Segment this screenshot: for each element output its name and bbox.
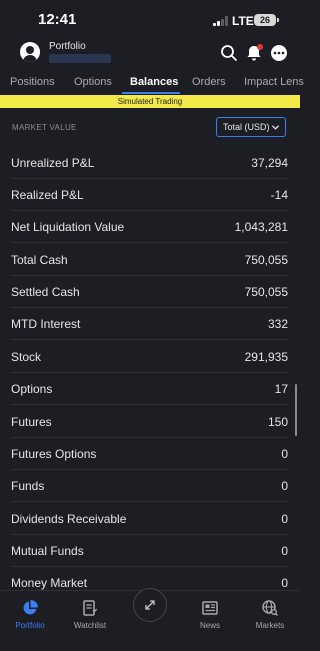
balance-row[interactable]: Options 17 xyxy=(0,373,300,405)
balance-row[interactable]: MTD Interest 332 xyxy=(0,308,300,340)
balance-label: Realized P&L xyxy=(11,188,84,202)
balance-row[interactable]: Futures 150 xyxy=(0,406,300,438)
balance-label: Net Liquidation Value xyxy=(11,220,125,234)
balance-label: Funds xyxy=(11,479,45,493)
watchlist-icon xyxy=(83,600,98,616)
balance-label: Total Cash xyxy=(11,253,68,267)
simulated-trading-banner: Simulated Trading xyxy=(0,95,300,108)
balance-row[interactable]: Funds 0 xyxy=(0,470,300,502)
balance-value: 0 xyxy=(281,479,288,493)
tab-orders[interactable]: Orders xyxy=(192,76,226,88)
tab-impact-lens[interactable]: Impact Lens xyxy=(244,76,304,88)
balance-value: 0 xyxy=(281,576,288,590)
currency-selected-value: Total (USD) xyxy=(223,122,270,132)
balance-value: -14 xyxy=(270,188,288,202)
news-icon xyxy=(202,601,218,615)
balance-row[interactable]: Mutual Funds 0 xyxy=(0,535,300,567)
balance-label: Options xyxy=(11,382,53,396)
scrollbar[interactable] xyxy=(295,384,297,436)
account-id-redacted xyxy=(49,54,111,63)
balance-value: 150 xyxy=(267,415,288,429)
nav-label: Markets xyxy=(255,621,285,630)
portfolio-header: Portfolio xyxy=(0,38,300,68)
balance-value: 332 xyxy=(267,317,288,331)
balance-value: 17 xyxy=(274,382,288,396)
chevron-down-icon xyxy=(271,125,280,130)
nav-label: News xyxy=(199,621,220,630)
tab-options[interactable]: Options xyxy=(74,76,112,88)
balance-value: 37,294 xyxy=(251,156,288,170)
balance-row[interactable]: Stock 291,935 xyxy=(0,341,300,373)
balance-row[interactable]: Total Cash 750,055 xyxy=(0,244,300,276)
battery-icon: 26 xyxy=(254,14,279,26)
balance-row[interactable]: Dividends Receivable 0 xyxy=(0,503,300,535)
balance-label: Futures Options xyxy=(11,447,97,461)
balance-label: Settled Cash xyxy=(11,285,80,299)
notification-badge xyxy=(257,44,263,50)
nav-news[interactable]: News xyxy=(180,599,240,630)
balance-row[interactable]: Futures Options 0 xyxy=(0,438,300,470)
nav-portfolio[interactable]: Portfolio xyxy=(0,599,60,630)
balance-label: Dividends Receivable xyxy=(11,512,127,526)
nav-markets[interactable]: Markets xyxy=(240,599,300,630)
portfolio-tabs: Positions Options Balances Orders Impact… xyxy=(0,70,304,94)
user-icon[interactable] xyxy=(20,42,40,62)
bell-icon[interactable] xyxy=(245,44,263,62)
pie-chart-icon xyxy=(23,600,38,615)
more-icon[interactable] xyxy=(270,44,288,62)
balance-value: 750,055 xyxy=(244,285,288,299)
balance-label: Mutual Funds xyxy=(11,544,84,558)
balance-label: Stock xyxy=(11,350,42,364)
balance-label: Money Market xyxy=(11,576,88,590)
balance-value: 0 xyxy=(281,544,288,558)
portfolio-title[interactable]: Portfolio xyxy=(49,41,86,52)
bottom-nav: Portfolio Watchlist News Markets xyxy=(0,588,300,651)
balance-value: 1,043,281 xyxy=(234,220,288,234)
globe-search-icon xyxy=(262,600,278,616)
balance-value: 0 xyxy=(281,447,288,461)
balance-value: 291,935 xyxy=(244,350,288,364)
status-bar: 12:41 LTE 26 xyxy=(0,0,300,38)
balance-label: Unrealized P&L xyxy=(11,156,95,170)
balance-row[interactable]: Unrealized P&L 37,294 xyxy=(0,147,300,179)
status-time: 12:41 xyxy=(38,11,77,28)
tab-balances[interactable]: Balances xyxy=(130,76,178,88)
balance-row[interactable]: Net Liquidation Value 1,043,281 xyxy=(0,211,300,243)
balance-value: 750,055 xyxy=(244,253,288,267)
expand-button[interactable] xyxy=(133,588,167,622)
balance-value: 0 xyxy=(281,512,288,526)
balance-label: Futures xyxy=(11,415,52,429)
nav-label: Watchlist xyxy=(73,621,107,630)
balance-row[interactable]: Settled Cash 750,055 xyxy=(0,276,300,308)
tab-positions[interactable]: Positions xyxy=(10,76,55,88)
active-tab-indicator xyxy=(122,92,180,94)
carrier-label: LTE xyxy=(232,14,254,28)
signal-icon xyxy=(213,16,230,26)
nav-label: Portfolio xyxy=(15,621,45,630)
nav-watchlist[interactable]: Watchlist xyxy=(60,599,120,630)
currency-dropdown[interactable]: Total (USD) xyxy=(216,117,286,137)
balance-label: MTD Interest xyxy=(11,317,81,331)
search-icon[interactable] xyxy=(220,44,238,62)
expand-arrows-icon xyxy=(145,600,155,610)
balance-row[interactable]: Realized P&L -14 xyxy=(0,179,300,211)
market-value-label: MARKET VALUE xyxy=(12,123,77,132)
